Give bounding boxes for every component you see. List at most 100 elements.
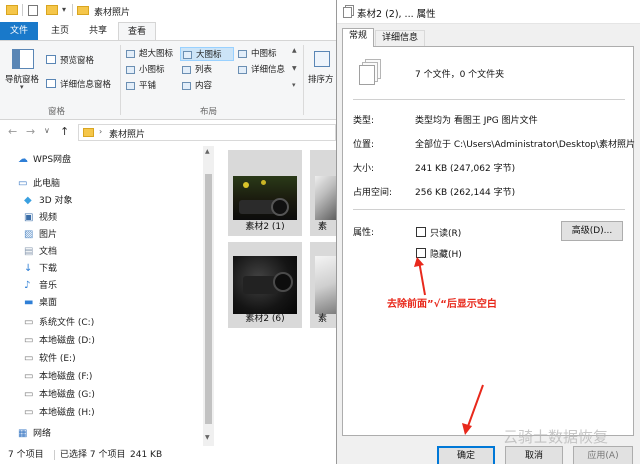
drive-icon: ▭ (24, 371, 34, 382)
layout-details[interactable]: 详细信息 (236, 63, 296, 77)
medium-icons-icon (238, 50, 247, 58)
preview-pane-button[interactable]: 预览窗格 (60, 54, 94, 66)
apply-button[interactable]: 应用(A) (573, 446, 633, 464)
explorer-window: ▾ 素材照片 文件 主页 共享 查看 导航窗格 ▾ 预览窗格 详细信息窗格 窗格… (0, 0, 340, 464)
attributes-label: 属性: (353, 228, 375, 238)
back-arrow-icon[interactable]: ← (8, 125, 17, 138)
content-icon (182, 82, 191, 90)
cloud-icon: ☁ (18, 154, 28, 165)
camera-photo-image (233, 176, 297, 220)
status-bar: 7 个项目 已选择 7 个项目 241 KB (0, 446, 340, 464)
layout-small-icons[interactable]: 小图标 (124, 63, 178, 77)
recent-chevron-icon[interactable]: ∨ (44, 126, 50, 135)
up-arrow-icon[interactable]: ↑ (60, 125, 69, 138)
tab-view[interactable]: 查看 (118, 22, 156, 40)
new-folder-quick-icon[interactable] (46, 5, 58, 15)
drive-icon: ▭ (24, 389, 34, 400)
layout-expand-icon[interactable]: ▾ (292, 81, 296, 89)
small-icons-icon (126, 66, 135, 74)
nav-scrollbar[interactable]: ▲ ▼ (203, 146, 214, 446)
picture-icon: ▨ (24, 229, 34, 240)
sidebar-item-label: 下载 (39, 264, 58, 274)
annotation-text: 去除前面”√“后显示空白 (387, 299, 497, 310)
tab-general[interactable]: 常规 (342, 28, 375, 47)
tab-file[interactable]: 文件 (0, 22, 38, 40)
dialog-title-bar: 素材2 (2), ... 属性 (337, 0, 640, 24)
location-label: 位置: (353, 140, 375, 150)
dialog-tab-bar: 常规 详细信息 (337, 24, 640, 47)
title-folder-icon (77, 6, 89, 15)
layout-tiles[interactable]: 平铺 (124, 79, 178, 93)
tab-home[interactable]: 主页 (42, 22, 78, 40)
cancel-button[interactable]: 取消 (505, 446, 563, 464)
annotation-arrow-down (462, 384, 484, 435)
location-value: 全部位于 C:\Users\Administrator\Desktop\素材照片 (415, 140, 635, 150)
disk-size-label: 占用空间: (353, 188, 393, 198)
sidebar-item-label: 本地磁盘 (H:) (39, 408, 95, 418)
type-label: 类型: (353, 116, 375, 126)
layout-content[interactable]: 内容 (180, 79, 234, 93)
ok-button[interactable]: 确定 (437, 446, 495, 464)
sidebar-item-label: 桌面 (39, 298, 58, 308)
address-input[interactable]: › 素材照片 (78, 124, 336, 141)
layout-list[interactable]: 列表 (180, 63, 234, 77)
video-icon: ▣ (24, 212, 34, 223)
sidebar-item-label: 视频 (39, 213, 58, 223)
address-bar: ← → ∨ ↑ › 素材照片 (0, 121, 340, 143)
readonly-label[interactable]: 只读(R) (430, 226, 461, 239)
properties-dialog: 素材2 (2), ... 属性 常规 详细信息 7 个文件，0 个文件夹 类型:… (336, 0, 640, 464)
files-summary: 7 个文件，0 个文件夹 (415, 70, 505, 80)
sidebar-item-label: 音乐 (39, 281, 58, 291)
ribbon-view: 导航窗格 ▾ 预览窗格 详细信息窗格 窗格 超大图标 大图标 中图标 小图标 列… (0, 40, 340, 120)
window-title: 素材照片 (94, 8, 131, 18)
size-value: 241 KB (247,062 字节) (415, 164, 516, 174)
details-pane-button[interactable]: 详细信息窗格 (60, 78, 111, 90)
address-folder-icon (83, 128, 94, 137)
forward-arrow-icon[interactable]: → (26, 125, 35, 138)
scroll-up-icon[interactable]: ▲ (205, 148, 210, 155)
navigation-pane-icon[interactable] (12, 49, 34, 69)
size-label: 大小: (353, 164, 375, 174)
thumbnail-caption: 素材2 (6) (245, 314, 285, 324)
breadcrumb-folder[interactable]: 素材照片 (109, 127, 145, 140)
file-thumbnail[interactable]: 素材2 (6) (228, 242, 302, 328)
properties-quick-icon[interactable] (28, 5, 38, 16)
sort-by-button[interactable]: 排序方 (308, 73, 334, 85)
sidebar-item-label: 文档 (39, 247, 58, 257)
general-panel: 7 个文件，0 个文件夹 类型: 类型均为 看图王 JPG 图片文件 位置: 全… (342, 46, 635, 436)
sidebar-item-label: 此电脑 (33, 179, 61, 189)
file-thumbnail[interactable]: 素材2 (1) (228, 150, 302, 236)
multiple-files-icon (359, 59, 381, 85)
breadcrumb-separator-icon[interactable]: › (99, 127, 102, 136)
drive-icon: ▭ (24, 317, 34, 328)
navigation-pane: ☁ WPS网盘 ▭ 此电脑 ◆ 3D 对象 ▣ 视频 ▨ 图片 ▤ 文档 ↓ 下载 ♪ 音乐 ▬ 桌面 ▭ 系统文件 … (0, 146, 210, 446)
readonly-checkbox[interactable] (416, 227, 426, 237)
scroll-thumb[interactable] (205, 174, 212, 424)
selected-size: 241 KB (130, 450, 163, 460)
sidebar-item-label: 图片 (39, 230, 58, 240)
thumbnail-caption: 素材2 (1) (245, 222, 285, 232)
layout-large-icons[interactable]: 大图标 (180, 47, 234, 61)
chevron-down-icon[interactable]: ▾ (20, 83, 24, 91)
music-icon: ♪ (24, 280, 31, 291)
download-icon: ↓ (24, 263, 33, 274)
sidebar-item-label: WPS网盘 (33, 155, 72, 165)
layout-group-label: 布局 (200, 107, 218, 117)
layout-scroll-up-icon[interactable]: ▲ (292, 47, 297, 54)
tab-details[interactable]: 详细信息 (375, 30, 426, 46)
cube-icon: ◆ (24, 195, 32, 206)
chevron-down-icon[interactable]: ▾ (62, 5, 66, 14)
layout-scroll-down-icon[interactable]: ▼ (292, 65, 297, 72)
preview-pane-icon (46, 55, 56, 64)
scroll-down-icon[interactable]: ▼ (205, 434, 210, 441)
pane-group-label: 窗格 (48, 107, 66, 117)
sidebar-item-label: 网络 (33, 429, 52, 439)
camera-photo-image (233, 256, 297, 314)
explorer-title-bar: ▾ 素材照片 (0, 0, 340, 22)
advanced-button[interactable]: 高级(D)... (561, 221, 623, 241)
layout-extra-large-icons[interactable]: 超大图标 (124, 47, 178, 61)
layout-medium-icons[interactable]: 中图标 (236, 47, 290, 61)
sidebar-item-label: 3D 对象 (39, 196, 73, 206)
tab-share[interactable]: 共享 (80, 22, 116, 40)
sidebar-item-label: 本地磁盘 (F:) (39, 372, 93, 382)
